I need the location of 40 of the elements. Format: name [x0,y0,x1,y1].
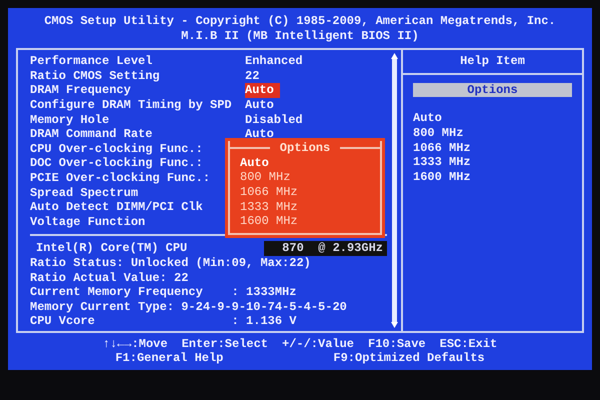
setting-label[interactable]: Performance Level [30,54,245,69]
key-hint: F9:Optimized Defaults [333,351,485,366]
setting-value[interactable]: Auto [245,127,274,142]
key-hint: +/-/:Value [282,336,354,352]
help-line: 1066 MHz [413,140,472,156]
help-header: Options [413,82,572,98]
scrollbar[interactable] [391,53,398,328]
help-line: 1333 MHz [413,155,472,170]
info-line: Current Memory Frequency : 1333MHz [30,285,298,300]
cpu-value: 870 @ 2.93GHz [264,241,387,256]
key-hint: ESC:Exit [440,336,498,352]
setting-label[interactable]: Ratio CMOS Setting [30,68,245,84]
setting-value[interactable]: Auto [245,98,274,113]
setting-label[interactable]: Memory Hole [30,112,245,128]
help-line: 800 MHz [413,126,464,141]
help-line: Auto [413,111,443,126]
info-line: Ratio Status: Unlocked (Min:09, Max:22) [30,256,312,270]
setting-label[interactable]: Configure DRAM Timing by SPD [30,98,245,113]
scroll-down-icon[interactable] [391,322,398,328]
popup-title: Options [278,141,332,156]
window-subtitle: M.I.B II (MB Intelligent BIOS II) [180,28,420,44]
info-line: Memory Current Type: 9-24-9-9-10-74-5-4-5-20 [30,300,348,314]
key-hint: ↑↓←→:Move [102,336,168,352]
key-hint: F10:Save [368,336,426,352]
help-title: Help Item [403,50,582,75]
setting-value[interactable]: 22 [245,68,260,84]
scroll-up-icon[interactable] [391,53,398,60]
info-line: Ratio Actual Value: 22 [30,270,190,286]
setting-label[interactable]: DRAM Frequency [30,83,245,98]
setting-value[interactable]: Auto [245,83,280,98]
setting-value[interactable]: Enhanced [245,54,303,69]
key-hint: F1:General Help [115,351,224,366]
setting-label[interactable]: DRAM Command Rate [30,127,245,142]
key-hint: Enter:Select [182,336,268,352]
info-line: CPU Vcore : 1.136 V [30,314,298,329]
window-title: CMOS Setup Utility - Copyright (C) 1985-2009, American Megatrends, Inc. [43,14,557,29]
option-item[interactable]: Auto [240,156,380,170]
setting-value[interactable]: Disabled [245,112,303,128]
cpu-label: Intel(R) Core(TM) CPU [35,241,188,256]
help-line: 1600 MHz [413,170,472,184]
